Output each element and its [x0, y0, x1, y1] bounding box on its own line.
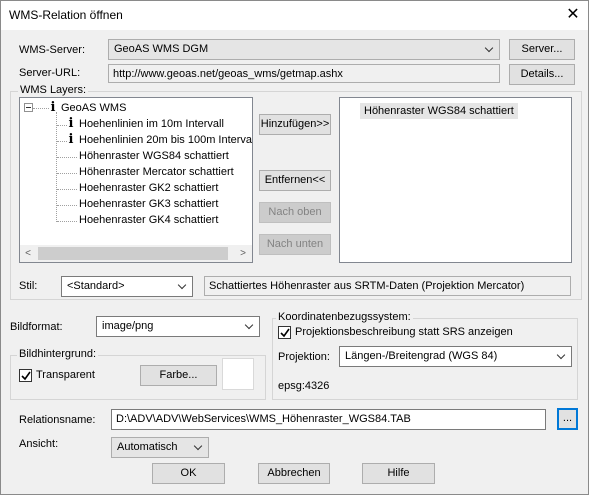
- ok-button[interactable]: OK: [152, 463, 225, 484]
- move-down-button[interactable]: Nach unten: [259, 234, 331, 255]
- list-item[interactable]: Höhenraster WGS84 schattiert: [360, 103, 518, 119]
- style-value: <Standard>: [67, 280, 125, 292]
- move-up-button[interactable]: Nach oben: [259, 202, 331, 223]
- check-icon: [280, 328, 290, 338]
- check-icon: [21, 371, 31, 381]
- chevron-down-icon: [485, 44, 495, 54]
- layer-tree[interactable]: i GeoAS WMS i Hoehenlinien im 10m Interv…: [19, 97, 253, 263]
- server-url-label: Server-URL:: [19, 67, 81, 79]
- wms-server-select[interactable]: GeoAS WMS DGM: [108, 39, 500, 60]
- chevron-down-icon: [178, 281, 188, 291]
- scrollbar-thumb[interactable]: [38, 247, 228, 260]
- cancel-button[interactable]: Abbrechen: [258, 463, 330, 484]
- wms-layers-group-label: WMS Layers:: [18, 84, 89, 96]
- remove-layer-button[interactable]: Entfernen<<: [259, 170, 331, 191]
- image-format-label: Bildformat:: [10, 321, 63, 333]
- color-button[interactable]: Farbe...: [140, 365, 217, 386]
- epsg-code: epsg:4326: [278, 380, 330, 392]
- scroll-right-icon[interactable]: >: [236, 247, 250, 260]
- view-select[interactable]: Automatisch: [111, 437, 209, 458]
- style-select[interactable]: <Standard>: [61, 276, 193, 297]
- tree-item[interactable]: Hoehenraster GK3 schattiert: [79, 196, 218, 212]
- show-projection-label: Projektionsbeschreibung statt SRS anzeig…: [295, 326, 513, 338]
- image-format-value: image/png: [102, 320, 154, 332]
- collapse-icon[interactable]: [24, 103, 33, 112]
- relation-name-label: Relationsname:: [19, 414, 96, 426]
- transparent-checkbox[interactable]: [19, 369, 32, 382]
- style-label: Stil:: [19, 280, 38, 292]
- color-swatch[interactable]: [222, 358, 254, 390]
- help-button[interactable]: Hilfe: [362, 463, 435, 484]
- background-group-label: Bildhintergrund:: [17, 348, 99, 360]
- projection-select[interactable]: Längen-/Breitengrad (WGS 84): [339, 346, 572, 367]
- relation-name-field[interactable]: D:\ADV\ADV\WebServices\WMS_Höhenraster_W…: [111, 409, 546, 430]
- scroll-left-icon[interactable]: <: [21, 247, 35, 260]
- show-projection-checkbox[interactable]: [278, 326, 291, 339]
- transparent-label: Transparent: [36, 369, 95, 381]
- wms-server-label: WMS-Server:: [19, 44, 85, 56]
- tree-item[interactable]: Höhenraster WGS84 schattiert: [79, 148, 229, 164]
- close-icon[interactable]: ✕: [564, 6, 582, 24]
- tree-item[interactable]: Höhenraster Mercator schattiert: [79, 164, 234, 180]
- tree-item[interactable]: Hoehenraster GK4 schattiert: [79, 212, 218, 228]
- chevron-down-icon: [557, 351, 567, 361]
- add-layer-button[interactable]: Hinzufügen>>: [259, 114, 331, 135]
- tree-horizontal-scrollbar[interactable]: < >: [20, 245, 252, 262]
- wms-server-value: GeoAS WMS DGM: [114, 43, 209, 55]
- info-icon: i: [68, 132, 74, 147]
- crs-group-label: Koordinatenbezugssystem:: [276, 311, 413, 323]
- projection-value: Längen-/Breitengrad (WGS 84): [345, 350, 498, 362]
- chevron-down-icon: [194, 442, 204, 452]
- tree-item[interactable]: Hoehenlinien 20m bis 100m Intervall: [79, 132, 252, 148]
- view-value: Automatisch: [117, 441, 178, 453]
- info-icon: i: [68, 116, 74, 131]
- details-button[interactable]: Details...: [509, 64, 575, 85]
- server-button[interactable]: Server...: [509, 39, 575, 60]
- window-title: WMS-Relation öffnen: [9, 8, 123, 22]
- browse-button[interactable]: ...: [557, 408, 578, 430]
- image-format-select[interactable]: image/png: [96, 316, 260, 337]
- tree-item[interactable]: Hoehenraster GK2 schattiert: [79, 180, 218, 196]
- view-label: Ansicht:: [19, 438, 59, 450]
- style-description: Schattiertes Höhenraster aus SRTM-Daten …: [204, 276, 571, 296]
- chevron-down-icon: [245, 321, 255, 331]
- tree-item[interactable]: Hoehenlinien im 10m Intervall: [79, 116, 224, 132]
- projection-label: Projektion:: [278, 351, 330, 363]
- server-url-field[interactable]: http://www.geoas.net/geoas_wms/getmap.as…: [108, 64, 500, 83]
- selected-layers-list[interactable]: Höhenraster WGS84 schattiert: [339, 97, 572, 263]
- tree-root[interactable]: GeoAS WMS: [61, 100, 126, 116]
